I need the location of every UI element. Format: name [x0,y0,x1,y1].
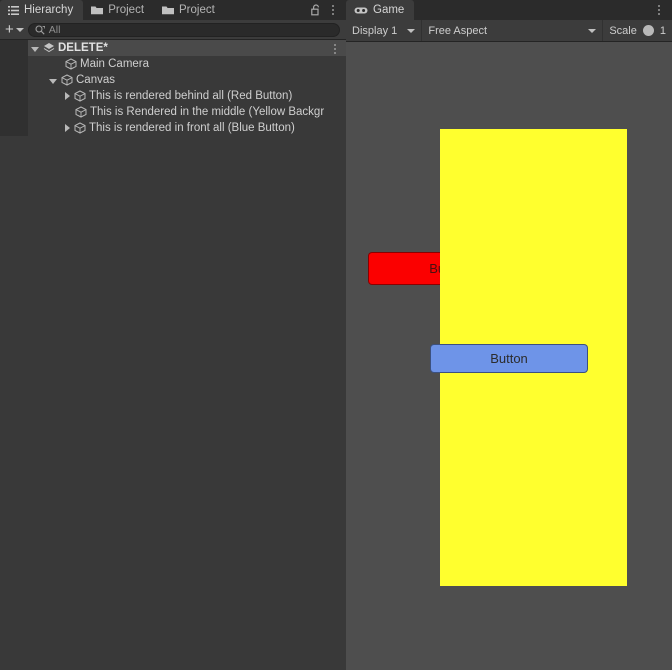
unity-editor-window: Hierarchy Project Project + All DELETE* … [0,0,672,670]
gameobject-icon [75,106,87,118]
aspect-dropdown-label: Free Aspect [428,24,488,37]
tree-item-yellow-background[interactable]: This is Rendered in the middle (Yellow B… [0,104,346,120]
tab-project-2[interactable]: Project [154,0,225,20]
tabbar-spacer [225,0,311,20]
game-view-canvas[interactable]: Button Button [346,42,672,670]
scale-label: Scale [609,24,637,37]
tree-item-label: Canvas [76,74,115,86]
add-gameobject-button[interactable]: + [5,20,24,38]
search-input[interactable]: All [27,22,340,37]
tree-gutter [0,88,28,104]
hierarchy-tree: DELETE* Main Camera Canvas This is rende… [0,40,346,136]
tree-item-label: This is rendered in front all (Blue Butt… [89,122,295,134]
tree-gutter [0,120,28,136]
game-panel: Game Display 1 Free Aspect Scale 1 Butto… [346,0,672,670]
folder-icon [91,5,104,15]
tree-gutter [0,40,28,56]
hierarchy-tab-tools [311,0,346,20]
tree-item-canvas[interactable]: Canvas [0,72,346,88]
chevron-down-icon [588,28,597,33]
expand-triangle-icon[interactable] [49,78,57,84]
display-dropdown[interactable]: Display 1 [346,20,423,41]
tab-project-1[interactable]: Project [83,0,154,20]
scale-slider-knob[interactable] [642,25,654,36]
expand-triangle-icon[interactable] [31,46,39,52]
lock-open-icon[interactable] [311,4,321,16]
tab-game-label: Game [373,4,405,16]
gameobject-icon [65,58,77,70]
tree-item-label: DELETE* [58,42,108,54]
scene-icon [43,42,55,54]
folder-icon [162,5,175,15]
game-tab-tools [654,0,672,20]
game-toolbar: Display 1 Free Aspect Scale 1 [346,20,672,42]
chevron-down-icon [15,27,24,32]
add-gameobject-label: + [5,20,14,38]
kebab-menu-icon[interactable] [654,5,664,15]
chevron-down-icon [407,28,416,33]
expand-triangle-icon[interactable] [65,92,70,100]
tab-hierarchy[interactable]: Hierarchy [0,0,84,20]
hierarchy-panel: Hierarchy Project Project + All DELETE* … [0,0,346,670]
display-dropdown-label: Display 1 [352,24,398,37]
game-tabbar: Game [346,0,672,20]
expand-triangle-icon[interactable] [65,124,70,132]
tree-gutter [0,56,28,72]
tree-item-label: This is rendered behind all (Red Button) [89,90,293,102]
tab-game[interactable]: Game [346,0,415,20]
tree-item-delete[interactable]: DELETE* [0,40,346,56]
scale-control[interactable]: Scale 1 [603,20,672,41]
tab-hierarchy-label: Hierarchy [24,4,74,16]
tree-item-main-camera[interactable]: Main Camera [0,56,346,72]
search-placeholder: All [48,23,61,36]
gameobject-icon [61,74,73,86]
tree-item-blue-button[interactable]: This is rendered in front all (Blue Butt… [0,120,346,136]
aspect-dropdown[interactable]: Free Aspect [422,20,604,41]
gameobject-icon [74,122,86,134]
tree-item-red-button[interactable]: This is rendered behind all (Red Button) [0,88,346,104]
tree-gutter [0,104,28,120]
tree-item-label: This is Rendered in the middle (Yellow B… [90,106,325,118]
gameobject-icon [74,90,86,102]
tabbar-spacer [414,0,654,20]
tree-item-label: Main Camera [80,58,150,70]
blue-button-label: Button [490,351,528,366]
scale-value: 1 [659,24,666,37]
search-icon [35,24,45,35]
hierarchy-toolbar: + All [0,20,346,40]
scale-slider[interactable] [642,24,654,38]
kebab-menu-icon[interactable] [330,44,340,54]
kebab-menu-icon[interactable] [328,5,338,15]
tree-gutter [0,72,28,88]
blue-button[interactable]: Button [430,344,588,373]
tab-project-2-label: Project [179,4,215,16]
hierarchy-icon [8,5,19,16]
tab-project-1-label: Project [108,4,145,16]
gamepad-icon [354,6,368,15]
hierarchy-tabbar: Hierarchy Project Project [0,0,346,20]
